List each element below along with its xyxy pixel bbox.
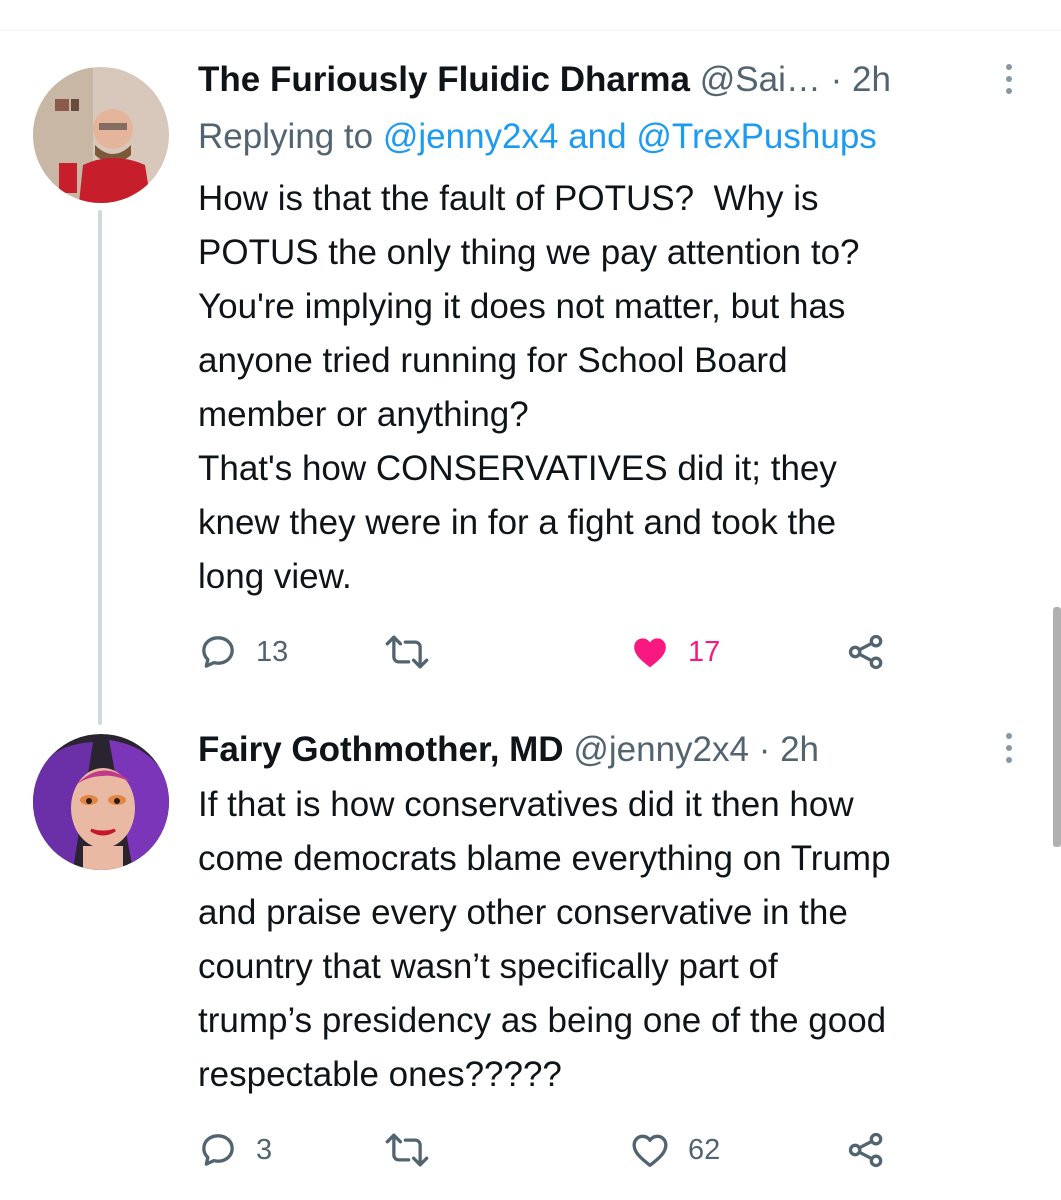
heart-icon <box>634 638 666 668</box>
share-icon <box>848 1132 883 1168</box>
top-divider <box>0 30 1061 31</box>
avatar-tweet-2[interactable] <box>33 734 169 870</box>
retweet-button[interactable] <box>384 1128 430 1172</box>
timestamp[interactable]: 2h <box>852 60 891 99</box>
avatar-tweet-1[interactable] <box>33 67 169 203</box>
share-button[interactable] <box>846 1128 886 1172</box>
user-handle[interactable]: @jenny2x4 <box>573 730 749 769</box>
reply-button[interactable]: 13 <box>198 630 288 674</box>
reply-count: 13 <box>256 635 289 668</box>
more-vertical-icon[interactable] <box>1002 63 1016 97</box>
separator-dot: · <box>830 60 843 99</box>
reply-count: 3 <box>256 1133 273 1166</box>
display-name[interactable]: Fairy Gothmother, MD <box>198 730 564 769</box>
retweet-icon <box>385 635 429 669</box>
heart-icon <box>632 1134 668 1167</box>
share-button[interactable] <box>846 630 886 674</box>
mention-link[interactable]: @jenny2x4 <box>383 117 559 156</box>
like-button[interactable]: 17 <box>630 630 720 674</box>
thread-connector-line <box>98 210 102 725</box>
replying-prefix: Replying to <box>198 117 374 156</box>
tweet-header: The Furiously Fluidic Dharma @Sai… · 2h <box>198 58 891 102</box>
like-button[interactable]: 62 <box>630 1128 720 1172</box>
scrollbar[interactable] <box>1053 607 1061 847</box>
like-count: 62 <box>688 1133 721 1166</box>
tweet-actions: 3 62 <box>198 1128 918 1172</box>
tweet-text: If that is how conservatives did it then… <box>198 785 891 1094</box>
replying-and[interactable]: and <box>568 117 626 156</box>
tweet-actions: 13 17 <box>198 630 918 674</box>
more-vertical-icon[interactable] <box>1002 732 1016 766</box>
separator-dot: · <box>758 730 771 769</box>
tweet-text: How is that the fault of POTUS? Why is P… <box>198 179 860 596</box>
mention-link[interactable]: @TrexPushups <box>636 117 876 156</box>
retweet-icon <box>385 1133 429 1167</box>
timestamp[interactable]: 2h <box>780 730 819 769</box>
retweet-button[interactable] <box>384 630 430 674</box>
reply-button[interactable]: 3 <box>198 1128 272 1172</box>
display-name[interactable]: The Furiously Fluidic Dharma <box>198 60 690 99</box>
reply-bubble-icon <box>202 636 234 668</box>
tweet-header: Fairy Gothmother, MD @jenny2x4 · 2h <box>198 728 819 772</box>
like-count: 17 <box>688 635 721 668</box>
share-icon <box>848 634 883 670</box>
user-handle[interactable]: @Sai… <box>700 60 821 99</box>
replying-to-line: Replying to @jenny2x4 and @TrexPushups <box>198 115 877 159</box>
reply-bubble-icon <box>202 1134 234 1166</box>
